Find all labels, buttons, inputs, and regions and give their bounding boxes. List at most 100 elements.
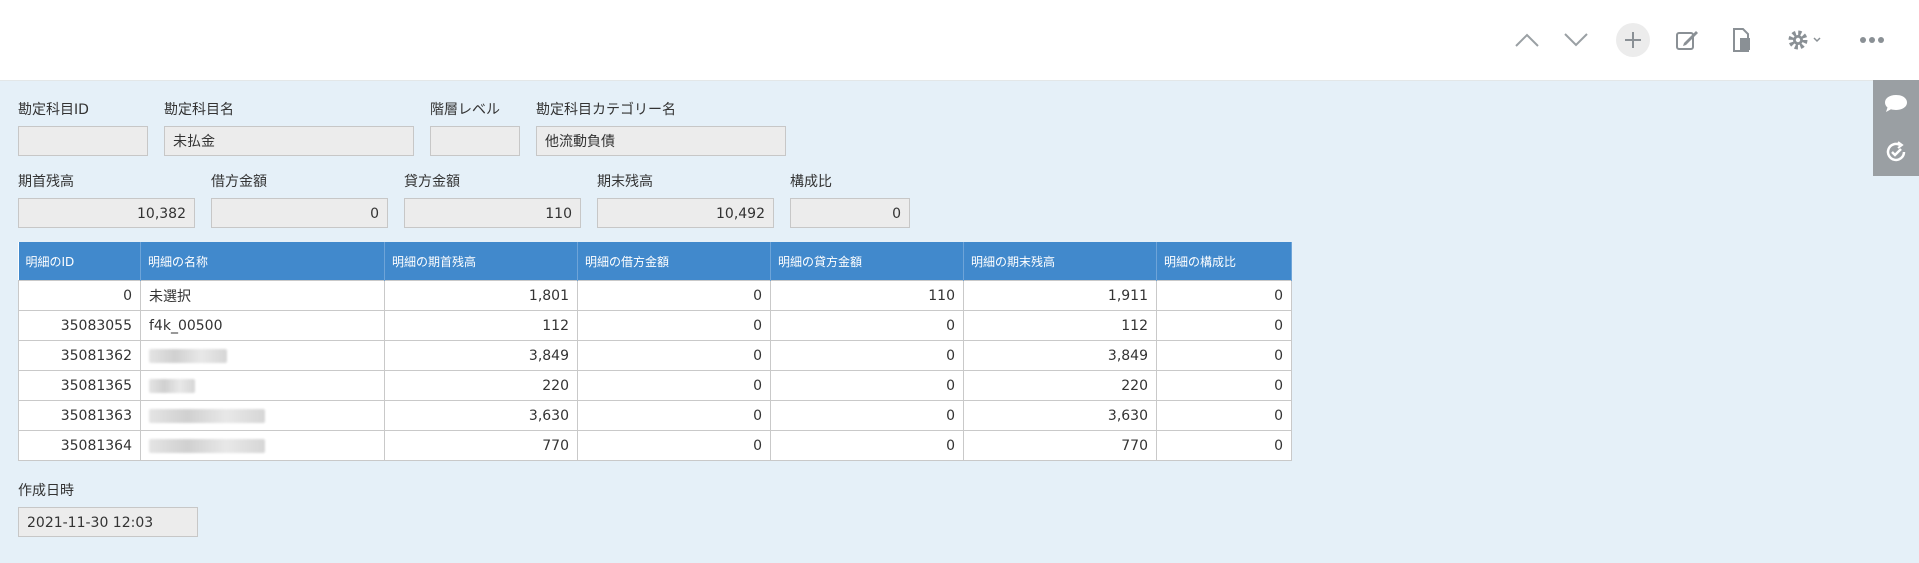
credit-amount-label: 貸方金額 bbox=[404, 174, 460, 190]
column-header: 明細の構成比 bbox=[1156, 242, 1292, 281]
table-header-row: 明細のID 明細の名称 明細の期首残高 明細の借方金額 明細の貸方金額 明細の期… bbox=[18, 242, 1292, 281]
row-name bbox=[140, 370, 385, 401]
account-name-field: 勘定科目名 未払金 bbox=[164, 100, 414, 156]
table-row: 0 未選択 1,801 0 110 1,911 0 bbox=[18, 280, 1292, 311]
column-header: 明細の借方金額 bbox=[577, 242, 771, 281]
debit-amount-label: 借方金額 bbox=[211, 174, 267, 190]
row-opening: 220 bbox=[384, 370, 578, 401]
row-debit: 0 bbox=[577, 370, 771, 401]
row-closing: 3,849 bbox=[963, 340, 1157, 371]
row-ratio: 0 bbox=[1156, 340, 1292, 371]
row-name: 未選択 bbox=[140, 280, 385, 311]
row-id: 35083055 bbox=[18, 310, 141, 341]
row-ratio: 0 bbox=[1156, 430, 1292, 461]
history-icon[interactable] bbox=[1873, 128, 1919, 176]
category-name-label: 勘定科目カテゴリー名 bbox=[536, 102, 676, 118]
row-opening: 112 bbox=[384, 310, 578, 341]
redacted-text bbox=[149, 348, 227, 363]
row-credit: 0 bbox=[770, 310, 964, 341]
row-credit: 0 bbox=[770, 400, 964, 431]
column-header: 明細の期首残高 bbox=[384, 242, 578, 281]
credit-amount-field: 貸方金額 110 bbox=[404, 172, 581, 228]
row-name: f4k_00500 bbox=[140, 310, 385, 341]
gear-icon[interactable] bbox=[1780, 22, 1830, 58]
composition-ratio-value: 0 bbox=[790, 198, 910, 228]
row-credit: 0 bbox=[770, 340, 964, 371]
row-id: 35081363 bbox=[18, 400, 141, 431]
opening-balance-value: 10,382 bbox=[18, 198, 195, 228]
table-row: 35081362 3,849 0 0 3,849 0 bbox=[18, 340, 1292, 371]
row-name bbox=[140, 430, 385, 461]
row-ratio: 0 bbox=[1156, 370, 1292, 401]
hierarchy-level-field: 階層レベル bbox=[430, 100, 520, 156]
table-row: 35081364 770 0 0 770 0 bbox=[18, 430, 1292, 461]
chevron-down-icon[interactable] bbox=[1558, 22, 1594, 58]
row-debit: 0 bbox=[577, 310, 771, 341]
closing-balance-field: 期末残高 10,492 bbox=[597, 172, 774, 228]
account-name-label: 勘定科目名 bbox=[164, 102, 234, 118]
table-row: 35081365 220 0 0 220 0 bbox=[18, 370, 1292, 401]
row-opening: 3,630 bbox=[384, 400, 578, 431]
plus-icon[interactable] bbox=[1616, 23, 1650, 57]
closing-balance-value: 10,492 bbox=[597, 198, 774, 228]
row-credit: 0 bbox=[770, 430, 964, 461]
account-id-label: 勘定科目ID bbox=[18, 102, 89, 118]
account-id-value bbox=[18, 126, 148, 156]
redacted-text bbox=[149, 438, 265, 453]
column-header: 明細の貸方金額 bbox=[770, 242, 964, 281]
row-id: 35081362 bbox=[18, 340, 141, 371]
column-header: 明細の名称 bbox=[140, 242, 385, 281]
row-name bbox=[140, 340, 385, 371]
more-icon[interactable] bbox=[1854, 22, 1890, 58]
row-name bbox=[140, 400, 385, 431]
created-at-value: 2021-11-30 12:03 bbox=[18, 507, 198, 537]
edit-icon[interactable] bbox=[1669, 22, 1705, 58]
created-at-label: 作成日時 bbox=[18, 483, 74, 499]
table-row: 35083055 f4k_00500 112 0 0 112 0 bbox=[18, 310, 1292, 341]
debit-amount-value: 0 bbox=[211, 198, 388, 228]
record-toolbar bbox=[0, 0, 1919, 81]
credit-amount-value: 110 bbox=[404, 198, 581, 228]
row-opening: 3,849 bbox=[384, 340, 578, 371]
row-ratio: 0 bbox=[1156, 280, 1292, 311]
composition-ratio-label: 構成比 bbox=[790, 174, 832, 190]
detail-table: 明細のID 明細の名称 明細の期首残高 明細の借方金額 明細の貸方金額 明細の期… bbox=[18, 242, 1292, 461]
row-debit: 0 bbox=[577, 280, 771, 311]
chevron-up-icon[interactable] bbox=[1509, 22, 1545, 58]
side-panel bbox=[1873, 80, 1919, 176]
row-id: 35081365 bbox=[18, 370, 141, 401]
debit-amount-field: 借方金額 0 bbox=[211, 172, 388, 228]
row-closing: 112 bbox=[963, 310, 1157, 341]
row-closing: 1,911 bbox=[963, 280, 1157, 311]
redacted-text bbox=[149, 378, 195, 393]
row-closing: 3,630 bbox=[963, 400, 1157, 431]
composition-ratio-field: 構成比 0 bbox=[790, 172, 910, 228]
row-ratio: 0 bbox=[1156, 400, 1292, 431]
hierarchy-level-value bbox=[430, 126, 520, 156]
column-header: 明細のID bbox=[18, 242, 141, 281]
row-debit: 0 bbox=[577, 340, 771, 371]
row-id: 0 bbox=[18, 280, 141, 311]
row-credit: 0 bbox=[770, 370, 964, 401]
created-at-field: 作成日時 2021-11-30 12:03 bbox=[18, 481, 198, 537]
row-ratio: 0 bbox=[1156, 310, 1292, 341]
row-id: 35081364 bbox=[18, 430, 141, 461]
closing-balance-label: 期末残高 bbox=[597, 174, 653, 190]
row-opening: 770 bbox=[384, 430, 578, 461]
row-debit: 0 bbox=[577, 400, 771, 431]
hierarchy-level-label: 階層レベル bbox=[430, 102, 500, 118]
account-name-value: 未払金 bbox=[164, 126, 414, 156]
table-row: 35081363 3,630 0 0 3,630 0 bbox=[18, 400, 1292, 431]
column-header: 明細の期末残高 bbox=[963, 242, 1157, 281]
row-closing: 770 bbox=[963, 430, 1157, 461]
row-credit: 110 bbox=[770, 280, 964, 311]
redacted-text bbox=[149, 408, 265, 423]
opening-balance-label: 期首残高 bbox=[18, 174, 74, 190]
category-name-field: 勘定科目カテゴリー名 他流動負債 bbox=[536, 100, 786, 156]
row-closing: 220 bbox=[963, 370, 1157, 401]
row-debit: 0 bbox=[577, 430, 771, 461]
copy-icon[interactable] bbox=[1724, 22, 1760, 58]
comment-icon[interactable] bbox=[1873, 80, 1919, 128]
row-opening: 1,801 bbox=[384, 280, 578, 311]
account-id-field: 勘定科目ID bbox=[18, 100, 148, 156]
